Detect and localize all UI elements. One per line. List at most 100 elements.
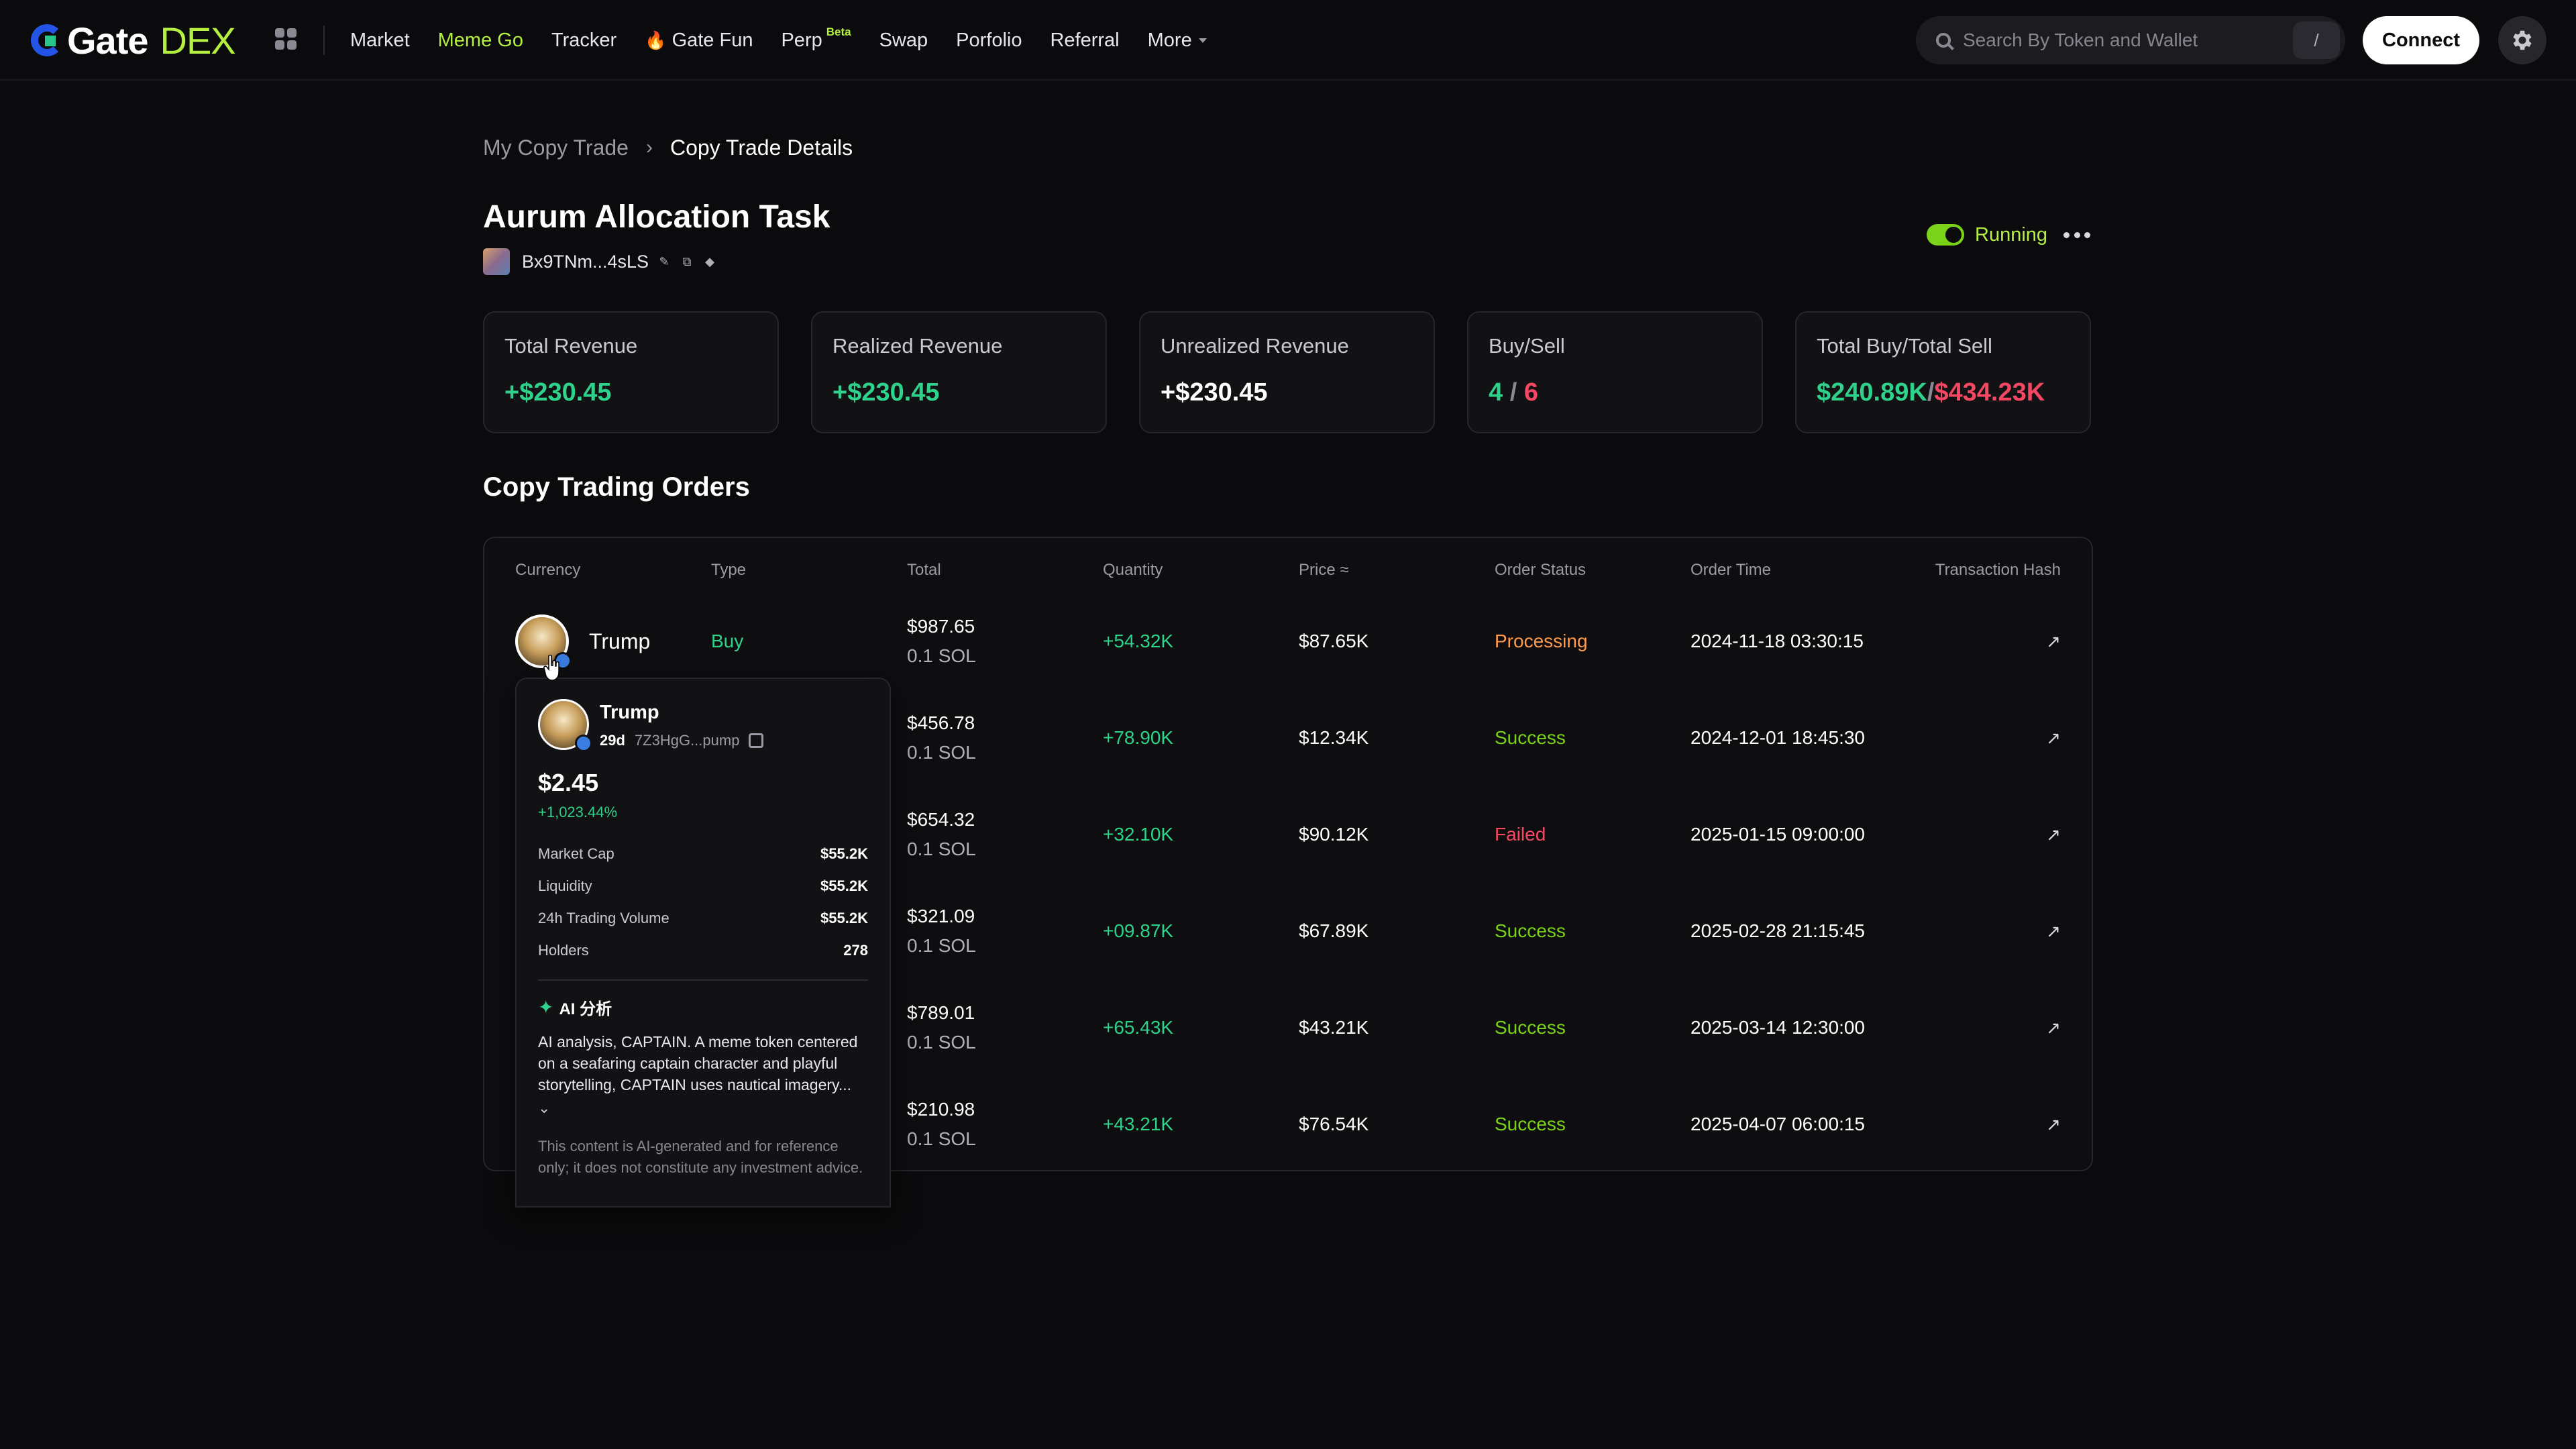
nav-item-label: Meme Go [437,29,523,51]
total-sol: 0.1 SOL [907,935,976,956]
col-transaction-hash: Transaction Hash [1935,561,2061,579]
diamond-icon[interactable]: ◆ [702,254,717,269]
stat-label: Buy/Sell [1489,334,1565,358]
nav-item-gate-fun[interactable]: 🔥 Gate Fun [645,30,753,52]
ai-disclaimer: This content is AI-generated and for ref… [538,1138,863,1176]
nav-item-label: Swap [879,29,928,51]
breadcrumb-my-copy-trade[interactable]: My Copy Trade [483,136,629,160]
chain-badge-icon [575,735,592,752]
status-badge: Success [1495,1017,1566,1038]
token-avatar[interactable] [515,614,572,669]
beta-badge: Beta [826,25,851,38]
copy-icon[interactable] [749,733,764,748]
price: $90.12K [1299,824,1369,845]
total-buy: $240.89K [1817,378,1927,407]
search-bar[interactable]: / [1916,16,2345,64]
order-time: 2024-11-18 03:30:15 [1690,631,1864,651]
logo-gate-text: Gate [67,19,148,62]
stat-label: Total Revenue [504,334,638,358]
stat-holders: Holders 278 [538,942,868,974]
order-time: 2025-01-15 09:00:00 [1690,824,1865,845]
external-link-icon[interactable]: ↗ [2046,883,2061,979]
stat-value: +$230.45 [833,378,940,407]
total-cell: $789.01 0.1 SOL [907,979,976,1076]
total-sol: 0.1 SOL [907,1032,976,1053]
status-badge: Success [1495,727,1566,748]
total-usd: $456.78 [907,712,975,733]
token-name[interactable]: Trump [589,629,650,654]
token-info-popup: Trump 29d 7Z3HgG...pump $2.45 +1,023.44%… [515,678,891,1208]
nav-item-portfolio[interactable]: Porfolio [956,30,1022,52]
nav-item-label: Perp [781,29,822,51]
settings-button[interactable] [2498,16,2546,64]
popup-token-name: Trump [600,702,659,723]
nav-item-market[interactable]: Market [350,30,410,52]
col-order-status: Order Status [1495,561,1587,579]
total-cell: $210.98 0.1 SOL [907,1076,976,1173]
total-sol: 0.1 SOL [907,839,976,859]
nav-item-more[interactable]: More [1148,30,1207,52]
external-link-icon[interactable]: ↗ [2046,979,2061,1076]
price: $12.34K [1299,727,1369,748]
currency-cell[interactable]: Trump [515,593,650,690]
copy-icon[interactable]: ⧉ [680,254,694,269]
nav-item-tracker[interactable]: Tracker [551,30,616,52]
wallet-row: Bx9TNm...4sLS ✎ ⧉ ◆ [483,248,717,275]
breadcrumb-current: Copy Trade Details [669,135,853,160]
nav-menu: Market Meme Go Tracker 🔥 Gate Fun Perp Bet… [350,0,1207,80]
task-status: Running [1927,221,2047,248]
order-time: 2024-12-01 18:45:30 [1690,727,1865,748]
price: $76.54K [1299,1114,1369,1134]
order-time: 2025-04-07 06:00:15 [1690,1114,1865,1134]
table-row[interactable]: Trump Buy $987.65 0.1 SOL +54.32K $87.65K… [484,593,2092,690]
nav-item-meme-go[interactable]: Meme Go [438,30,523,52]
total-usd: $789.01 [907,1002,975,1023]
popup-stats: Market Cap $55.2K Liquidity $55.2K 24h Tra… [538,845,868,974]
quantity: +78.90K [1103,727,1174,748]
total-sell: $434.23K [1934,378,2045,407]
price: $87.65K [1299,631,1369,651]
chevron-down-icon[interactable]: ⌄ [538,1099,868,1117]
search-input[interactable] [1963,20,2293,60]
total-sol: 0.1 SOL [907,1128,976,1149]
total-usd: $210.98 [907,1099,975,1120]
top-nav: Gate DEX Market Meme Go Tracker 🔥 Gate Fu… [0,0,2576,80]
stat-label: Total Buy/Total Sell [1817,334,1992,358]
gate-dex-logo[interactable]: Gate DEX [31,19,236,62]
nav-item-swap[interactable]: Swap [879,30,928,52]
stat-label: 24h Trading Volume [538,910,669,926]
order-time: 2025-02-28 21:15:45 [1690,920,1865,941]
apps-grid-icon[interactable] [275,28,297,50]
token-address: 7Z3HgG...pump [634,732,740,749]
external-link-icon[interactable]: ↗ [2046,593,2061,690]
external-link-icon[interactable]: ↗ [2046,690,2061,786]
cursor-icon [543,655,559,681]
popup-token-avatar [538,699,592,752]
running-toggle[interactable] [1927,224,1964,246]
col-currency: Currency [515,561,581,579]
connect-button[interactable]: Connect [2363,16,2479,64]
gear-icon [2513,30,2532,50]
stat-cards: Total Revenue +$230.45 Realized Revenue … [483,311,2093,433]
external-link-icon[interactable]: ↗ [2046,1076,2061,1173]
ai-analysis-header: ✦ AI 分析 [538,996,868,1019]
stat-value: +$230.45 [1161,378,1268,407]
col-price[interactable]: Price ≈ [1299,561,1349,580]
sell-count: 6 [1523,378,1538,407]
external-link-icon[interactable]: ↗ [2046,786,2061,883]
total-usd: $654.32 [907,809,975,830]
stat-value: $55.2K [820,845,868,862]
stat-card-buy-sell: Buy/Sell 4 / 6 [1467,311,1763,433]
ai-analysis-title: AI 分析 [559,1000,612,1018]
more-dots-icon[interactable] [2063,224,2090,246]
nav-item-label: More [1147,29,1192,51]
quantity: +65.43K [1103,1017,1174,1038]
fire-icon: 🔥 [645,30,667,50]
quantity: +54.32K [1103,631,1174,651]
nav-item-perp[interactable]: Perp Beta [781,25,851,52]
nav-item-referral[interactable]: Referral [1050,30,1119,52]
stat-24h-volume: 24h Trading Volume $55.2K [538,910,868,942]
order-time: 2025-03-14 12:30:00 [1690,1017,1865,1038]
edit-icon[interactable]: ✎ [657,254,672,269]
breadcrumb: My Copy Trade › Copy Trade Details [483,134,853,161]
